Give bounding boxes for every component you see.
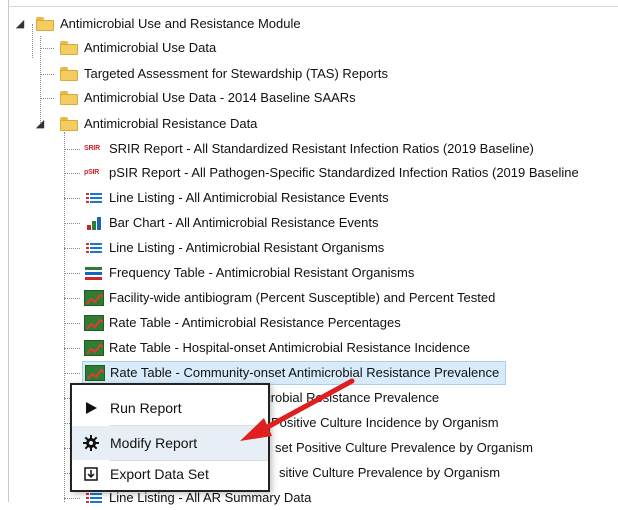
export-data-set-menu-item[interactable]: Export Data Set: [72, 457, 268, 491]
tree-node-report[interactable]: Frequency Table - Antimicrobial Resistan…: [84, 261, 414, 285]
folder-icon: [60, 117, 78, 131]
tree-node-label: Rate Table - Community-onset Antimicrobi…: [110, 365, 500, 380]
tree-node-label: Line Listing - Antimicrobial Resistant O…: [109, 240, 385, 255]
tree-node-report[interactable]: Rate Table - Hospital-onset Antimicrobia…: [84, 336, 470, 360]
tree-node-label: Facility-wide antibiogram (Percent Susce…: [109, 290, 496, 305]
tree-node-label: Targeted Assessment for Stewardship (TAS…: [84, 66, 388, 81]
tree-connector: [64, 173, 80, 174]
rate-table-icon: [84, 315, 104, 331]
line-listing-icon: [84, 490, 104, 506]
tree-connector: [64, 223, 80, 224]
tree-node-label: Bar Chart - All Antimicrobial Resistance…: [109, 215, 379, 230]
gear-icon: [72, 435, 110, 451]
report-tree-panel: ◢ Antimicrobial Use and Resistance Modul…: [0, 0, 618, 505]
tree-node-root[interactable]: Antimicrobial Use and Resistance Module: [36, 12, 301, 36]
tree-node-report[interactable]: Facility-wide antibiogram (Percent Susce…: [84, 286, 495, 310]
tree-connector: [40, 48, 54, 49]
tree-connector: [64, 273, 80, 274]
tree-node-report[interactable]: Line Listing - Antimicrobial Resistant O…: [84, 236, 384, 260]
rate-table-icon: [84, 340, 104, 356]
folder-icon: [60, 41, 78, 55]
tree-node-report[interactable]: SRIR SRIR Report - All Standardized Resi…: [84, 137, 534, 161]
line-listing-icon: [84, 190, 104, 206]
tree-node-folder-antimicrobial-use-data[interactable]: Antimicrobial Use Data: [60, 36, 216, 60]
bar-chart-icon: [84, 215, 104, 231]
run-report-menu-item[interactable]: Run Report: [72, 391, 268, 425]
tree-node-label: Rate Table - Hospital-onset Antimicrobia…: [109, 340, 471, 355]
context-menu: Run Report Modify Report Export Data Set: [70, 383, 270, 492]
export-icon: [72, 467, 110, 481]
panel-top-border: [8, 6, 618, 7]
tree-connector: [40, 74, 54, 75]
tree-node-folder-tas-reports[interactable]: Targeted Assessment for Stewardship (TAS…: [60, 62, 388, 86]
psir-icon: pSIR: [84, 169, 100, 176]
tree-node-report[interactable]: Line Listing - All Antimicrobial Resista…: [84, 186, 389, 210]
tree-node-label: Antimicrobial Resistance Data: [84, 116, 258, 131]
tree-node-label: Antimicrobial Use and Resistance Module: [60, 16, 301, 31]
menu-item-label: Modify Report: [110, 435, 198, 451]
menu-item-label: Export Data Set: [110, 466, 209, 482]
folder-icon: [60, 91, 78, 105]
panel-left-border: [8, 0, 9, 502]
rate-table-icon: [84, 290, 104, 306]
tree-connector: [40, 98, 54, 99]
rate-table-icon: [85, 365, 105, 381]
tree-node-report[interactable]: Bar Chart - All Antimicrobial Resistance…: [84, 211, 379, 235]
tree-node-label: Antimicrobial Use Data - 2014 Baseline S…: [84, 90, 356, 105]
collapse-icon[interactable]: ◢: [14, 18, 26, 30]
tree-connector: [64, 132, 65, 502]
tree-node-report[interactable]: pSIR pSIR Report - All Pathogen-Specific…: [84, 161, 579, 185]
collapse-icon[interactable]: ◢: [34, 118, 46, 130]
tree-connector: [32, 24, 33, 58]
tree-node-label: set Positive Culture Prevalence by Organ…: [275, 440, 533, 455]
folder-icon: [36, 17, 54, 31]
tree-node-label: pSIR Report - All Pathogen-Specific Stan…: [109, 165, 579, 180]
srir-icon: SRIR: [84, 145, 100, 152]
tree-node-label: Antimicrobial Use Data: [84, 40, 217, 55]
line-listing-icon: [84, 240, 104, 256]
tree-node-label: Rate Table - Antimicrobial Resistance Pe…: [109, 315, 401, 330]
tree-node-label: SRIR Report - All Standardized Resistant…: [109, 141, 534, 156]
tree-node-label: Positive Culture Incidence by Organism: [271, 415, 499, 430]
tree-connector: [64, 149, 80, 150]
tree-node-label: timicrobial Resistance Prevalence: [244, 390, 440, 405]
tree-connector: [64, 373, 80, 374]
play-icon: [72, 401, 110, 415]
modify-report-menu-item[interactable]: Modify Report: [72, 426, 268, 460]
tree-connector: [64, 323, 80, 324]
tree-connector: [64, 298, 80, 299]
tree-node-report[interactable]: Rate Table - Antimicrobial Resistance Pe…: [84, 311, 401, 335]
tree-connector: [64, 198, 80, 199]
tree-connector: [64, 348, 80, 349]
tree-node-label: sitive Culture Prevalence by Organism: [279, 465, 501, 480]
menu-item-label: Run Report: [110, 400, 182, 416]
tree-connector: [64, 498, 80, 499]
frequency-table-icon: [84, 265, 104, 281]
tree-node-folder-antimicrobial-resistance-data[interactable]: Antimicrobial Resistance Data: [60, 112, 257, 136]
folder-icon: [60, 67, 78, 81]
tree-node-label: Frequency Table - Antimicrobial Resistan…: [109, 265, 415, 280]
tree-node-folder-2014-baseline-saars[interactable]: Antimicrobial Use Data - 2014 Baseline S…: [60, 86, 356, 110]
tree-connector: [64, 248, 80, 249]
tree-connector: [40, 36, 41, 127]
tree-node-label: Line Listing - All Antimicrobial Resista…: [109, 190, 389, 205]
tree-node-report-selected[interactable]: Rate Table - Community-onset Antimicrobi…: [82, 361, 507, 385]
